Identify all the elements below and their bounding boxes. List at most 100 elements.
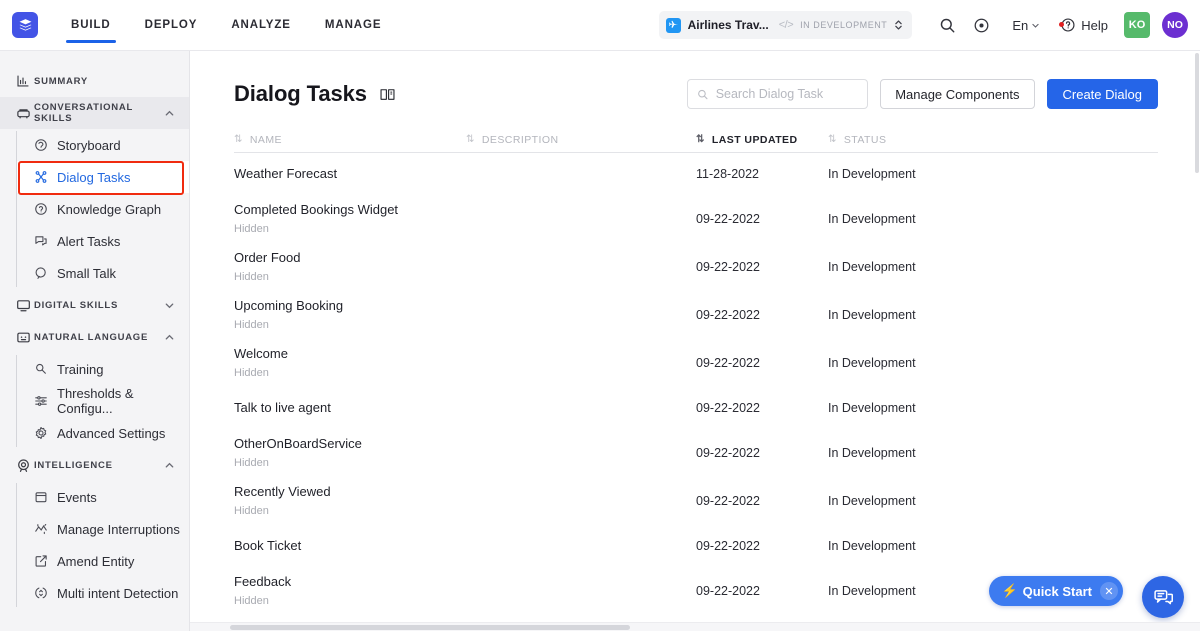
- search-input[interactable]: [715, 87, 859, 101]
- sidebar-item-knowledge-graph[interactable]: Knowledge Graph: [17, 193, 189, 225]
- target-icon: [16, 458, 34, 473]
- sidebar-subitems-intelligence: Events Manage Interruptions Amend Entity…: [0, 481, 189, 609]
- primary-nav-tabs: BUILD DEPLOY ANALYZE MANAGE: [54, 0, 398, 51]
- close-icon[interactable]: ✕: [1100, 582, 1118, 600]
- task-visibility-label: Hidden: [234, 223, 269, 235]
- horizontal-scrollbar[interactable]: [190, 622, 1200, 631]
- search-icon[interactable]: [930, 8, 964, 42]
- nav-tab-deploy[interactable]: DEPLOY: [128, 0, 215, 51]
- sidebar-group-natural-language-label: NATURAL LANGUAGE: [34, 331, 149, 343]
- table-row[interactable]: Recently Viewed Hidden 09-22-2022 In Develo…: [234, 477, 1158, 525]
- column-header-last-updated[interactable]: ⇅ LAST UPDATED: [696, 134, 828, 146]
- column-header-name[interactable]: ⇅ NAME: [234, 134, 466, 146]
- column-header-description[interactable]: ⇅ DESCRIPTION: [466, 134, 696, 146]
- avatar-workspace[interactable]: KO: [1124, 12, 1150, 38]
- search-icon: [698, 89, 708, 99]
- table-header-row: ⇅ NAME ⇅ DESCRIPTION ⇅ LAST UPDATED ⇅ ST…: [234, 127, 1158, 153]
- dialog-tasks-table: ⇅ NAME ⇅ DESCRIPTION ⇅ LAST UPDATED ⇅ ST…: [234, 127, 1158, 631]
- cell-status: In Development: [828, 446, 916, 460]
- search-dialog-task-box[interactable]: [687, 79, 869, 109]
- quick-start-button[interactable]: ⚡ Quick Start ✕: [989, 576, 1123, 606]
- bar-chart-icon: [16, 74, 34, 88]
- vertical-scrollbar-thumb[interactable]: [1195, 53, 1199, 173]
- airplane-app-icon: [665, 17, 681, 33]
- table-row[interactable]: Order Food Hidden 09-22-2022 In Development: [234, 243, 1158, 291]
- column-header-status[interactable]: ⇅ STATUS: [828, 134, 968, 146]
- sidebar-item-advanced-settings-label: Advanced Settings: [57, 425, 166, 441]
- avatar-user[interactable]: NO: [1162, 12, 1188, 38]
- table-row[interactable]: Weather Forecast 11-28-2022 In Development: [234, 153, 1158, 195]
- table-row[interactable]: Talk to live agent 09-22-2022 In Developme…: [234, 387, 1158, 429]
- sidebar-item-storyboard[interactable]: Storyboard: [17, 129, 189, 161]
- nav-tab-build[interactable]: BUILD: [54, 0, 128, 51]
- table-row[interactable]: OtherOnBoardService Hidden 09-22-2022 In De…: [234, 429, 1158, 477]
- help-button[interactable]: Help: [1048, 17, 1118, 33]
- nav-tab-analyze[interactable]: ANALYZE: [214, 0, 308, 51]
- cell-name: Welcome Hidden: [234, 344, 466, 382]
- table-row[interactable]: Welcome Hidden 09-22-2022 In Development: [234, 339, 1158, 387]
- sidebar-item-alert-tasks[interactable]: Alert Tasks: [17, 225, 189, 257]
- chat-bubble-icon: [16, 106, 34, 121]
- cell-status: In Development: [828, 308, 916, 322]
- quick-start-label: Quick Start: [1022, 583, 1092, 599]
- table-row[interactable]: Book Ticket 09-22-2022 In Development: [234, 525, 1158, 567]
- sidebar-group-summary[interactable]: SUMMARY: [0, 65, 189, 97]
- cell-last-updated: 11-28-2022: [696, 167, 760, 181]
- sidebar-item-amend-entity[interactable]: Amend Entity: [17, 545, 189, 577]
- task-visibility-label: Hidden: [234, 457, 269, 469]
- chevron-up-icon: [164, 108, 175, 119]
- sidebar-group-conversational-skills[interactable]: CONVERSATIONAL SKILLS: [0, 97, 189, 129]
- vertical-scrollbar[interactable]: [1194, 51, 1200, 622]
- task-name: Order Food: [234, 250, 301, 265]
- training-icon: [34, 362, 57, 376]
- cell-name: Book Ticket: [234, 536, 466, 556]
- gear-icon: [34, 426, 57, 440]
- cell-status: In Development: [828, 584, 916, 598]
- app-body: SUMMARY CONVERSATIONAL SKILLS Storyboard…: [0, 51, 1200, 631]
- sidebar-group-digital-skills[interactable]: DIGITAL SKILLS: [0, 289, 189, 321]
- bolt-icon: ⚡: [1001, 583, 1018, 598]
- help-label: Help: [1081, 17, 1108, 33]
- sidebar-item-thresholds-configuration[interactable]: Thresholds & Configu...: [17, 385, 189, 417]
- page-header-actions: Manage Components Create Dialog: [687, 79, 1158, 109]
- project-selector[interactable]: Airlines Trav... </> IN DEVELOPMENT: [658, 11, 913, 39]
- task-name: Feedback: [234, 574, 292, 589]
- language-selector[interactable]: En: [998, 18, 1048, 33]
- edit-square-icon: [34, 554, 57, 568]
- manage-components-button[interactable]: Manage Components: [880, 79, 1035, 109]
- sidebar-item-advanced-settings[interactable]: Advanced Settings: [17, 417, 189, 449]
- sidebar-item-training[interactable]: Training: [17, 353, 189, 385]
- column-header-status-label: STATUS: [843, 133, 887, 146]
- nav-tab-manage[interactable]: MANAGE: [308, 0, 399, 51]
- project-name: Airlines Trav...: [687, 18, 769, 32]
- stack-logo-icon[interactable]: [12, 12, 38, 38]
- sidebar-group-natural-language[interactable]: NATURAL LANGUAGE: [0, 321, 189, 353]
- sidebar-item-dialog-tasks[interactable]: Dialog Tasks: [17, 161, 189, 193]
- horizontal-scrollbar-thumb[interactable]: [230, 625, 630, 630]
- cell-name: Weather Forecast: [234, 164, 466, 184]
- task-name: Talk to live agent: [234, 400, 331, 415]
- page-title: Dialog Tasks: [234, 81, 367, 106]
- book-icon[interactable]: [379, 86, 396, 103]
- sidebar-subitems-natural-language: Training Thresholds & Configu... Advance…: [0, 353, 189, 449]
- record-icon[interactable]: [964, 8, 998, 42]
- sidebar-item-storyboard-label: Storyboard: [57, 137, 121, 153]
- language-label: En: [1012, 17, 1029, 33]
- task-visibility-label: Hidden: [234, 271, 269, 283]
- cell-last-updated: 09-22-2022: [696, 401, 760, 415]
- nav-tab-manage-label: MANAGE: [324, 19, 382, 31]
- sidebar-item-small-talk[interactable]: Small Talk: [17, 257, 189, 289]
- table-row[interactable]: Completed Bookings Widget Hidden 09-22-202…: [234, 195, 1158, 243]
- sidebar-item-events[interactable]: Events: [17, 481, 189, 513]
- sidebar-item-events-label: Events: [57, 489, 97, 505]
- table-row[interactable]: Upcoming Booking Hidden 09-22-2022 In Devel…: [234, 291, 1158, 339]
- task-visibility-label: Hidden: [234, 367, 269, 379]
- sort-icon: ⇅: [696, 134, 705, 145]
- sidebar-group-intelligence[interactable]: INTELLIGENCE: [0, 449, 189, 481]
- sidebar-item-manage-interruptions[interactable]: Manage Interruptions: [17, 513, 189, 545]
- sliders-icon: [34, 394, 57, 408]
- chat-support-button[interactable]: [1142, 576, 1184, 618]
- code-brackets-icon: </>: [778, 19, 794, 31]
- create-dialog-button[interactable]: Create Dialog: [1046, 79, 1158, 109]
- sidebar-item-multi-intent-detection[interactable]: Multi intent Detection: [17, 577, 189, 609]
